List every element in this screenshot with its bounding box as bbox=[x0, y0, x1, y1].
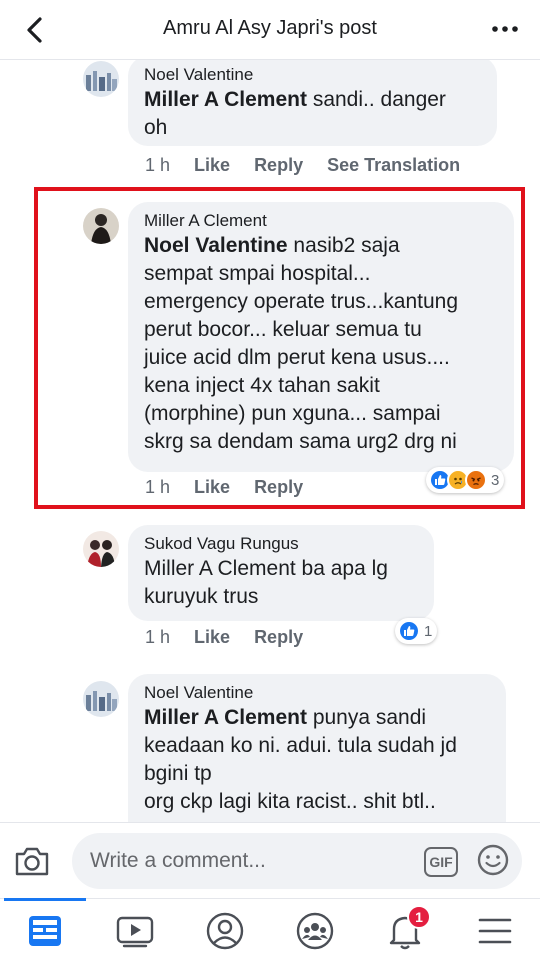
page-title: Amru Al Asy Japri's post bbox=[163, 17, 377, 39]
groups-icon bbox=[296, 912, 334, 950]
tab-news-feed[interactable] bbox=[23, 909, 67, 953]
emoji-button[interactable] bbox=[476, 843, 510, 877]
comment-author[interactable]: Noel Valentine bbox=[144, 64, 481, 86]
more-options-button[interactable] bbox=[490, 16, 520, 42]
comment-text: Miller A Clement punya sandi keadaan ko … bbox=[144, 706, 457, 813]
comment-bubble: Noel Valentine Miller A Clement punya sa… bbox=[128, 674, 506, 822]
tab-groups[interactable] bbox=[293, 909, 337, 953]
notification-badge: 1 bbox=[407, 905, 431, 929]
comment-actions: 1 h Like Reply See Translation bbox=[145, 155, 460, 176]
see-translation-link[interactable]: See Translation bbox=[327, 155, 460, 176]
tab-watch[interactable] bbox=[113, 909, 157, 953]
like-button[interactable]: Like bbox=[194, 155, 230, 176]
active-tab-indicator bbox=[4, 898, 86, 901]
comment-time: 1 h bbox=[145, 155, 171, 175]
more-icon bbox=[492, 26, 518, 32]
reaction-summary[interactable]: 1 bbox=[395, 618, 438, 644]
comment-time: 1 h bbox=[145, 627, 171, 647]
watch-icon bbox=[116, 916, 154, 948]
profile-icon bbox=[206, 912, 244, 950]
highlight-box bbox=[34, 187, 525, 509]
gif-button[interactable]: GIF bbox=[424, 847, 458, 877]
comment-text: Miller A Clement sandi.. danger oh bbox=[144, 88, 446, 139]
tab-profile[interactable] bbox=[203, 909, 247, 953]
avatar[interactable] bbox=[83, 531, 119, 567]
tagged-user[interactable]: Miller A Clement bbox=[144, 706, 307, 729]
comment-author[interactable]: Sukod Vagu Rungus bbox=[144, 533, 418, 555]
reply-button[interactable]: Reply bbox=[254, 627, 303, 648]
reaction-count: 1 bbox=[424, 622, 433, 640]
comment-bubble: Noel Valentine Miller A Clement sandi.. … bbox=[128, 60, 497, 146]
like-button[interactable]: Like bbox=[194, 627, 230, 648]
emoji-icon bbox=[477, 844, 509, 876]
news-feed-icon bbox=[29, 916, 61, 946]
comment-actions: 1 h Like Reply bbox=[145, 627, 303, 648]
comment-bubble: Sukod Vagu Rungus Miller A Clement ba ap… bbox=[128, 525, 434, 621]
tab-menu[interactable] bbox=[473, 909, 517, 953]
reply-button[interactable]: Reply bbox=[254, 155, 303, 176]
top-bar: Amru Al Asy Japri's post bbox=[0, 0, 540, 60]
tagged-user[interactable]: Miller A Clement bbox=[144, 88, 307, 111]
comment-author[interactable]: Noel Valentine bbox=[144, 682, 490, 704]
like-reaction-icon bbox=[398, 620, 420, 642]
comment-composer: GIF bbox=[0, 822, 540, 898]
menu-icon bbox=[478, 918, 512, 944]
tab-notifications[interactable]: 1 bbox=[383, 905, 431, 953]
avatar[interactable] bbox=[83, 61, 119, 97]
avatar[interactable] bbox=[83, 681, 119, 717]
comment-text: Miller A Clement ba apa lg kuruyuk trus bbox=[144, 557, 388, 608]
bottom-navigation: 1 bbox=[0, 898, 540, 960]
camera-button[interactable] bbox=[12, 841, 52, 881]
camera-icon bbox=[15, 847, 49, 876]
